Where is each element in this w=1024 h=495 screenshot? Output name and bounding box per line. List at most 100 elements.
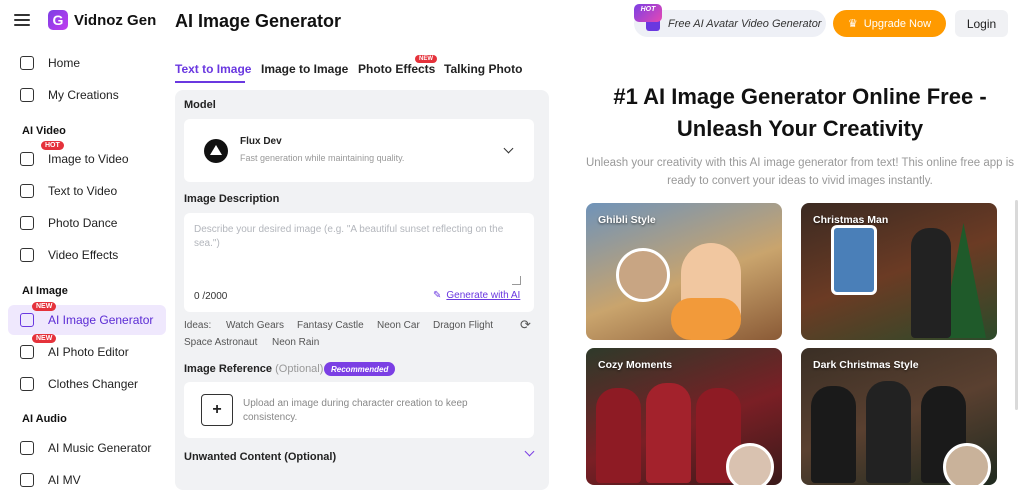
photo-editor-icon: [20, 345, 34, 359]
login-button[interactable]: Login: [955, 10, 1008, 37]
example-tile-cozy-moments[interactable]: Cozy Moments: [586, 348, 782, 485]
sidebar: G Vidnoz Gen Home My Creations AI Video …: [0, 0, 172, 487]
portrait-thumb: [726, 443, 774, 485]
upload-plus-button[interactable]: +: [201, 394, 233, 426]
upgrade-label: Upgrade Now: [863, 17, 932, 30]
music-icon: [20, 441, 34, 455]
section-ai-video: AI Video: [22, 125, 66, 137]
tile-label: Cozy Moments: [598, 359, 673, 371]
sidebar-item-clothes-changer[interactable]: Clothes Changer: [8, 369, 166, 399]
tab-talking-photo[interactable]: Talking Photo: [444, 62, 522, 76]
tab-text-to-image[interactable]: Text to Image: [175, 62, 251, 76]
example-tile-dark-christmas[interactable]: Dark Christmas Style: [801, 348, 997, 485]
example-tile-ghibli[interactable]: Ghibli Style: [586, 203, 782, 340]
recommended-badge: Recommended: [324, 362, 396, 376]
sidebar-item-label: AI Photo Editor: [48, 345, 129, 359]
portrait-thumb: [943, 443, 991, 485]
sidebar-item-label: Home: [48, 56, 81, 70]
promo-button[interactable]: HOT Free AI Avatar Video Generator: [634, 4, 826, 37]
dance-icon: [20, 216, 34, 230]
logo-icon: G: [48, 10, 68, 30]
effects-icon: [20, 248, 34, 262]
sidebar-item-label: Image to Video: [48, 152, 129, 166]
sidebar-item-text-to-video[interactable]: Text to Video: [8, 176, 166, 206]
idea-chip[interactable]: Neon Car: [377, 320, 420, 331]
cat-illustration: [671, 298, 741, 340]
desc-label: Image Description: [184, 193, 280, 205]
idea-chip[interactable]: Dragon Flight: [433, 320, 493, 331]
sidebar-item-label: Text to Video: [48, 184, 118, 198]
model-desc: Fast generation while maintaining qualit…: [240, 153, 405, 163]
upload-text: Upload an image during character creatio…: [243, 398, 468, 423]
sidebar-item-label: Video Effects: [48, 248, 119, 262]
scrollbar[interactable]: [1015, 200, 1018, 410]
home-icon: [20, 56, 34, 70]
sidebar-item-my-creations[interactable]: My Creations: [8, 80, 166, 110]
sidebar-item-label: AI Music Generator: [48, 441, 152, 455]
sidebar-item-ai-music-generator[interactable]: AI Music Generator: [8, 433, 166, 463]
generate-ai-link[interactable]: ✎ Generate with AI: [433, 290, 520, 301]
tile-label: Dark Christmas Style: [813, 359, 919, 371]
sidebar-item-label: AI Image Generator: [48, 313, 154, 327]
hero-subtitle: Unleash your creativity with this AI ima…: [585, 157, 1015, 187]
idea-chip[interactable]: Space Astronaut: [184, 337, 257, 348]
portrait-thumb: [831, 225, 877, 295]
crown-icon: ♛: [847, 18, 858, 30]
upgrade-button[interactable]: ♛ Upgrade Now: [833, 10, 946, 37]
magic-wand-icon: ✎: [433, 290, 442, 301]
hot-badge: HOT: [41, 141, 64, 150]
refresh-icon[interactable]: ⟳: [520, 317, 531, 333]
mv-icon: [20, 473, 34, 487]
model-select[interactable]: [184, 119, 534, 182]
sidebar-item-label: AI MV: [48, 473, 81, 487]
char-count: 0 /2000: [194, 291, 228, 302]
tab-photo-effects[interactable]: Photo Effects: [358, 62, 435, 76]
sidebar-item-photo-dance[interactable]: Photo Dance: [8, 208, 166, 238]
example-tile-christmas-man[interactable]: Christmas Man: [801, 203, 997, 340]
hot-badge: HOT: [634, 4, 662, 22]
figure-illustration: [596, 388, 641, 483]
idea-chip[interactable]: Watch Gears: [226, 320, 284, 331]
tile-label: Christmas Man: [813, 214, 889, 226]
idea-chip[interactable]: Neon Rain: [272, 337, 319, 348]
figure-illustration: [646, 383, 691, 483]
folder-icon: [20, 88, 34, 102]
sidebar-item-image-to-video[interactable]: HOT Image to Video: [8, 141, 166, 174]
new-badge: NEW: [415, 55, 437, 63]
model-name: Flux Dev: [240, 136, 282, 147]
sidebar-item-ai-mv[interactable]: AI MV: [8, 465, 166, 495]
tile-label: Ghibli Style: [598, 214, 656, 226]
model-label: Model: [184, 99, 216, 111]
sidebar-item-label: Clothes Changer: [48, 377, 139, 391]
menu-icon[interactable]: [14, 14, 30, 26]
image-video-icon: [20, 152, 34, 166]
sidebar-item-video-effects[interactable]: Video Effects: [8, 240, 166, 270]
sidebar-item-ai-image-generator[interactable]: NEW AI Image Generator: [8, 302, 166, 335]
section-ai-audio: AI Audio: [22, 413, 67, 425]
generate-ai-label: Generate with AI: [446, 290, 521, 301]
ref-label: Image Reference (Optional): [184, 363, 323, 375]
hero-title-line2: Unleash Your Creativity: [676, 116, 924, 141]
unwanted-label[interactable]: Unwanted Content (Optional): [184, 451, 336, 463]
logo-row: G Vidnoz Gen: [14, 10, 156, 30]
ref-title: Image Reference: [184, 363, 273, 375]
resize-handle-icon[interactable]: [512, 276, 521, 285]
sidebar-item-label: My Creations: [48, 88, 119, 102]
man-illustration: [911, 228, 951, 338]
figure-illustration: [811, 386, 856, 483]
new-badge: NEW: [32, 302, 57, 311]
sidebar-item-home[interactable]: Home: [8, 48, 166, 78]
sparkle-icon: [20, 313, 34, 327]
section-ai-image: AI Image: [22, 285, 68, 297]
figure-illustration: [866, 381, 911, 483]
flux-model-icon: [204, 139, 228, 163]
desc-placeholder: Describe your desired image (e.g. "A bea…: [194, 224, 504, 249]
tab-image-to-image[interactable]: Image to Image: [261, 62, 348, 76]
hero-title-line1: #1 AI Image Generator Online Free -: [613, 84, 987, 109]
active-tab-indicator: [175, 81, 245, 83]
ref-optional: (Optional): [275, 363, 324, 375]
idea-chip[interactable]: Fantasy Castle: [297, 320, 364, 331]
sidebar-item-ai-photo-editor[interactable]: NEW AI Photo Editor: [8, 334, 166, 367]
shirt-icon: [20, 377, 34, 391]
sidebar-item-label: Photo Dance: [48, 216, 118, 230]
